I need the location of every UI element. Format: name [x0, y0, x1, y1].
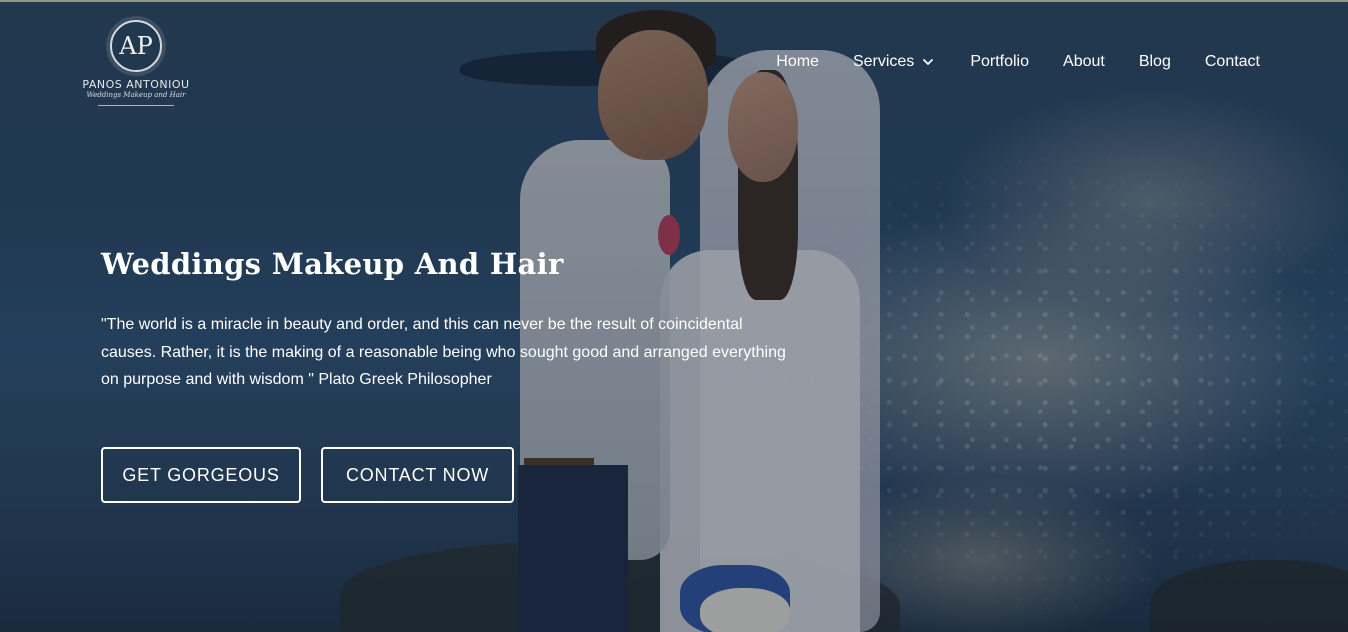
site-logo[interactable]: AP PANOS ANTONIOU Weddings Makeup and Ha… — [80, 20, 192, 116]
hero-section: AP PANOS ANTONIOU Weddings Makeup and Ha… — [0, 0, 1348, 632]
main-navigation: Home Services Portfolio About Blog Conta… — [776, 53, 1260, 71]
logo-tagline: Weddings Makeup and Hair — [86, 91, 186, 99]
top-edge-line — [0, 0, 1348, 2]
nav-item-home[interactable]: Home — [776, 53, 819, 71]
nav-item-label: About — [1063, 53, 1105, 70]
hero-quote: "The world is a miracle in beauty and or… — [101, 316, 786, 388]
nav-item-label: Home — [776, 53, 819, 70]
contact-now-button[interactable]: CONTACT NOW — [321, 447, 514, 503]
get-gorgeous-button[interactable]: GET GORGEOUS — [101, 447, 301, 503]
nav-item-services[interactable]: Services — [853, 53, 936, 71]
logo-divider — [98, 105, 174, 106]
logo-monogram: AP — [110, 20, 162, 72]
nav-item-label: Contact — [1204, 53, 1260, 70]
nav-item-about[interactable]: About — [1063, 53, 1105, 71]
nav-item-label: Services — [852, 53, 915, 70]
chevron-down-icon — [923, 59, 934, 65]
logo-brand-name: PANOS ANTONIOU — [82, 78, 190, 91]
nav-item-blog[interactable]: Blog — [1139, 53, 1171, 71]
nav-item-contact[interactable]: Contact — [1205, 53, 1260, 71]
nav-item-label: Portfolio — [970, 53, 1030, 70]
nav-item-label: Blog — [1138, 53, 1171, 70]
nav-item-portfolio[interactable]: Portfolio — [970, 53, 1029, 71]
hero-title: Weddings Makeup And Hair — [101, 247, 564, 281]
